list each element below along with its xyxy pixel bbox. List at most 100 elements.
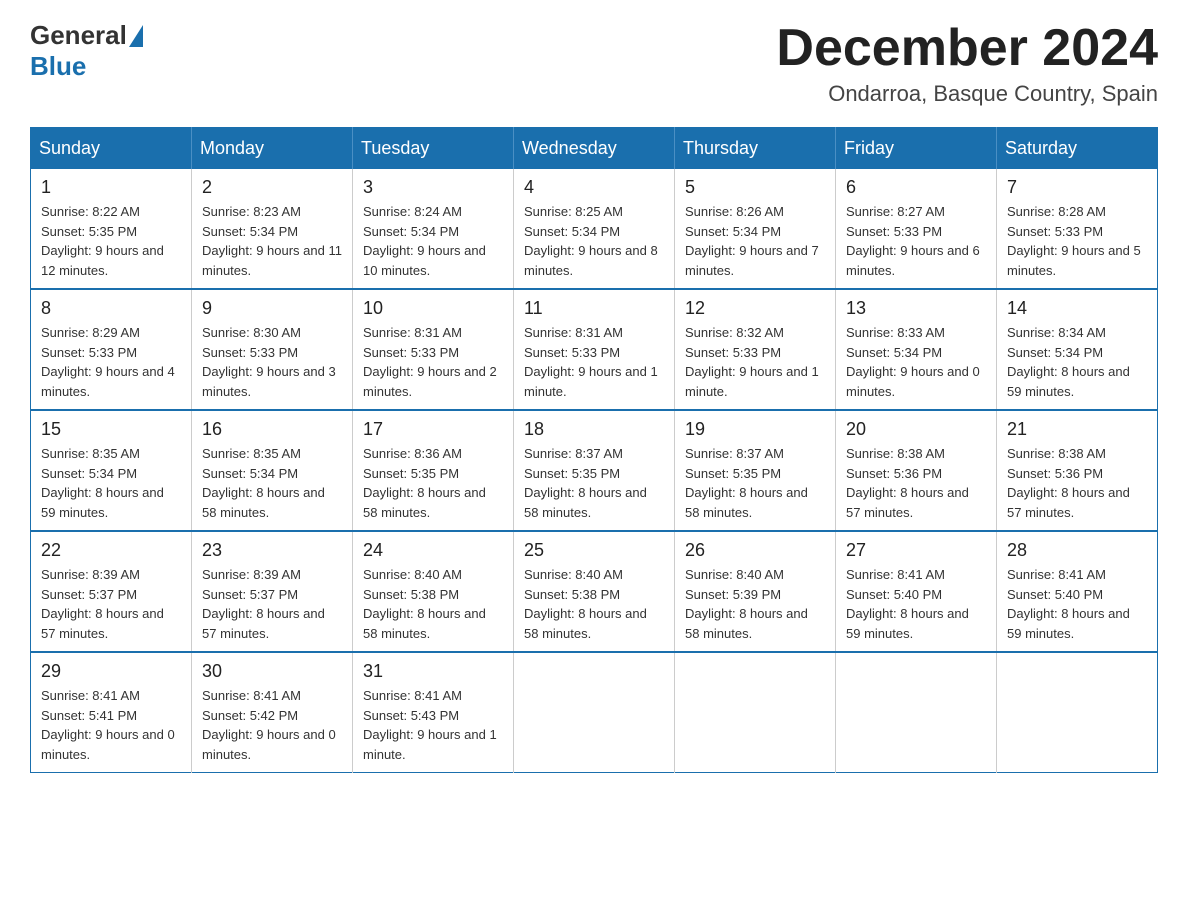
day-number: 25 bbox=[524, 540, 664, 561]
calendar-day-cell: 24 Sunrise: 8:40 AMSunset: 5:38 PMDaylig… bbox=[353, 531, 514, 652]
calendar-day-cell: 7 Sunrise: 8:28 AMSunset: 5:33 PMDayligh… bbox=[997, 169, 1158, 289]
day-number: 1 bbox=[41, 177, 181, 198]
calendar-day-cell: 22 Sunrise: 8:39 AMSunset: 5:37 PMDaylig… bbox=[31, 531, 192, 652]
calendar-day-header: Friday bbox=[836, 128, 997, 170]
day-number: 3 bbox=[363, 177, 503, 198]
day-number: 27 bbox=[846, 540, 986, 561]
day-number: 20 bbox=[846, 419, 986, 440]
calendar-day-cell: 9 Sunrise: 8:30 AMSunset: 5:33 PMDayligh… bbox=[192, 289, 353, 410]
day-info: Sunrise: 8:41 AMSunset: 5:41 PMDaylight:… bbox=[41, 686, 181, 764]
calendar-week-row: 22 Sunrise: 8:39 AMSunset: 5:37 PMDaylig… bbox=[31, 531, 1158, 652]
calendar-day-cell: 26 Sunrise: 8:40 AMSunset: 5:39 PMDaylig… bbox=[675, 531, 836, 652]
day-number: 15 bbox=[41, 419, 181, 440]
calendar-day-cell: 17 Sunrise: 8:36 AMSunset: 5:35 PMDaylig… bbox=[353, 410, 514, 531]
calendar-day-cell: 5 Sunrise: 8:26 AMSunset: 5:34 PMDayligh… bbox=[675, 169, 836, 289]
calendar-day-cell: 28 Sunrise: 8:41 AMSunset: 5:40 PMDaylig… bbox=[997, 531, 1158, 652]
day-info: Sunrise: 8:22 AMSunset: 5:35 PMDaylight:… bbox=[41, 202, 181, 280]
day-number: 30 bbox=[202, 661, 342, 682]
day-info: Sunrise: 8:38 AMSunset: 5:36 PMDaylight:… bbox=[1007, 444, 1147, 522]
calendar-day-cell: 10 Sunrise: 8:31 AMSunset: 5:33 PMDaylig… bbox=[353, 289, 514, 410]
calendar-day-cell: 8 Sunrise: 8:29 AMSunset: 5:33 PMDayligh… bbox=[31, 289, 192, 410]
day-number: 31 bbox=[363, 661, 503, 682]
logo-general-text: General bbox=[30, 20, 127, 51]
calendar-week-row: 15 Sunrise: 8:35 AMSunset: 5:34 PMDaylig… bbox=[31, 410, 1158, 531]
day-info: Sunrise: 8:38 AMSunset: 5:36 PMDaylight:… bbox=[846, 444, 986, 522]
calendar-day-cell: 6 Sunrise: 8:27 AMSunset: 5:33 PMDayligh… bbox=[836, 169, 997, 289]
day-info: Sunrise: 8:31 AMSunset: 5:33 PMDaylight:… bbox=[524, 323, 664, 401]
day-info: Sunrise: 8:35 AMSunset: 5:34 PMDaylight:… bbox=[41, 444, 181, 522]
day-info: Sunrise: 8:27 AMSunset: 5:33 PMDaylight:… bbox=[846, 202, 986, 280]
day-info: Sunrise: 8:33 AMSunset: 5:34 PMDaylight:… bbox=[846, 323, 986, 401]
day-info: Sunrise: 8:28 AMSunset: 5:33 PMDaylight:… bbox=[1007, 202, 1147, 280]
day-number: 16 bbox=[202, 419, 342, 440]
day-number: 18 bbox=[524, 419, 664, 440]
calendar-day-cell: 14 Sunrise: 8:34 AMSunset: 5:34 PMDaylig… bbox=[997, 289, 1158, 410]
calendar-day-cell: 16 Sunrise: 8:35 AMSunset: 5:34 PMDaylig… bbox=[192, 410, 353, 531]
day-info: Sunrise: 8:30 AMSunset: 5:33 PMDaylight:… bbox=[202, 323, 342, 401]
day-info: Sunrise: 8:29 AMSunset: 5:33 PMDaylight:… bbox=[41, 323, 181, 401]
day-info: Sunrise: 8:37 AMSunset: 5:35 PMDaylight:… bbox=[524, 444, 664, 522]
calendar-day-cell: 3 Sunrise: 8:24 AMSunset: 5:34 PMDayligh… bbox=[353, 169, 514, 289]
day-info: Sunrise: 8:32 AMSunset: 5:33 PMDaylight:… bbox=[685, 323, 825, 401]
calendar-day-cell: 30 Sunrise: 8:41 AMSunset: 5:42 PMDaylig… bbox=[192, 652, 353, 773]
day-info: Sunrise: 8:39 AMSunset: 5:37 PMDaylight:… bbox=[41, 565, 181, 643]
logo: General Blue bbox=[30, 20, 145, 82]
calendar-day-cell: 31 Sunrise: 8:41 AMSunset: 5:43 PMDaylig… bbox=[353, 652, 514, 773]
calendar-day-cell: 1 Sunrise: 8:22 AMSunset: 5:35 PMDayligh… bbox=[31, 169, 192, 289]
calendar-day-cell: 21 Sunrise: 8:38 AMSunset: 5:36 PMDaylig… bbox=[997, 410, 1158, 531]
day-number: 12 bbox=[685, 298, 825, 319]
calendar-day-cell: 20 Sunrise: 8:38 AMSunset: 5:36 PMDaylig… bbox=[836, 410, 997, 531]
day-info: Sunrise: 8:41 AMSunset: 5:40 PMDaylight:… bbox=[1007, 565, 1147, 643]
calendar-table: SundayMondayTuesdayWednesdayThursdayFrid… bbox=[30, 127, 1158, 773]
location-title: Ondarroa, Basque Country, Spain bbox=[776, 81, 1158, 107]
calendar-week-row: 1 Sunrise: 8:22 AMSunset: 5:35 PMDayligh… bbox=[31, 169, 1158, 289]
calendar-day-cell: 29 Sunrise: 8:41 AMSunset: 5:41 PMDaylig… bbox=[31, 652, 192, 773]
day-info: Sunrise: 8:34 AMSunset: 5:34 PMDaylight:… bbox=[1007, 323, 1147, 401]
day-number: 8 bbox=[41, 298, 181, 319]
calendar-day-cell: 25 Sunrise: 8:40 AMSunset: 5:38 PMDaylig… bbox=[514, 531, 675, 652]
calendar-day-cell: 15 Sunrise: 8:35 AMSunset: 5:34 PMDaylig… bbox=[31, 410, 192, 531]
calendar-day-cell: 27 Sunrise: 8:41 AMSunset: 5:40 PMDaylig… bbox=[836, 531, 997, 652]
calendar-day-header: Monday bbox=[192, 128, 353, 170]
day-number: 10 bbox=[363, 298, 503, 319]
month-title: December 2024 bbox=[776, 20, 1158, 77]
page-header: General Blue December 2024 Ondarroa, Bas… bbox=[30, 20, 1158, 107]
day-info: Sunrise: 8:25 AMSunset: 5:34 PMDaylight:… bbox=[524, 202, 664, 280]
title-section: December 2024 Ondarroa, Basque Country, … bbox=[776, 20, 1158, 107]
day-info: Sunrise: 8:41 AMSunset: 5:43 PMDaylight:… bbox=[363, 686, 503, 764]
day-number: 4 bbox=[524, 177, 664, 198]
day-number: 6 bbox=[846, 177, 986, 198]
logo-blue-text: Blue bbox=[30, 51, 86, 81]
calendar-day-cell: 13 Sunrise: 8:33 AMSunset: 5:34 PMDaylig… bbox=[836, 289, 997, 410]
calendar-day-cell bbox=[675, 652, 836, 773]
calendar-day-cell bbox=[836, 652, 997, 773]
calendar-week-row: 29 Sunrise: 8:41 AMSunset: 5:41 PMDaylig… bbox=[31, 652, 1158, 773]
calendar-day-header: Thursday bbox=[675, 128, 836, 170]
day-number: 14 bbox=[1007, 298, 1147, 319]
calendar-day-cell: 18 Sunrise: 8:37 AMSunset: 5:35 PMDaylig… bbox=[514, 410, 675, 531]
day-number: 13 bbox=[846, 298, 986, 319]
calendar-day-cell: 12 Sunrise: 8:32 AMSunset: 5:33 PMDaylig… bbox=[675, 289, 836, 410]
calendar-header-row: SundayMondayTuesdayWednesdayThursdayFrid… bbox=[31, 128, 1158, 170]
day-info: Sunrise: 8:41 AMSunset: 5:40 PMDaylight:… bbox=[846, 565, 986, 643]
day-info: Sunrise: 8:35 AMSunset: 5:34 PMDaylight:… bbox=[202, 444, 342, 522]
day-info: Sunrise: 8:40 AMSunset: 5:38 PMDaylight:… bbox=[363, 565, 503, 643]
day-info: Sunrise: 8:24 AMSunset: 5:34 PMDaylight:… bbox=[363, 202, 503, 280]
day-info: Sunrise: 8:39 AMSunset: 5:37 PMDaylight:… bbox=[202, 565, 342, 643]
day-info: Sunrise: 8:41 AMSunset: 5:42 PMDaylight:… bbox=[202, 686, 342, 764]
day-number: 24 bbox=[363, 540, 503, 561]
day-number: 29 bbox=[41, 661, 181, 682]
calendar-day-header: Saturday bbox=[997, 128, 1158, 170]
calendar-day-cell bbox=[997, 652, 1158, 773]
day-number: 5 bbox=[685, 177, 825, 198]
day-number: 28 bbox=[1007, 540, 1147, 561]
calendar-day-cell: 11 Sunrise: 8:31 AMSunset: 5:33 PMDaylig… bbox=[514, 289, 675, 410]
day-number: 11 bbox=[524, 298, 664, 319]
day-number: 19 bbox=[685, 419, 825, 440]
day-number: 9 bbox=[202, 298, 342, 319]
calendar-day-header: Tuesday bbox=[353, 128, 514, 170]
day-number: 17 bbox=[363, 419, 503, 440]
day-number: 21 bbox=[1007, 419, 1147, 440]
day-info: Sunrise: 8:40 AMSunset: 5:39 PMDaylight:… bbox=[685, 565, 825, 643]
day-info: Sunrise: 8:31 AMSunset: 5:33 PMDaylight:… bbox=[363, 323, 503, 401]
